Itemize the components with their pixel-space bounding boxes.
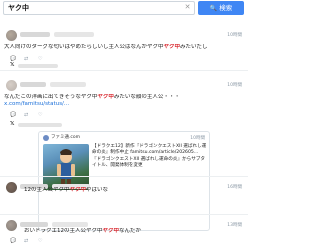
- tweet-item[interactable]: 13時間 おいドラクエ12の主人公ヤク中ヤク中なんだが 💬 ⇄ ♡: [0, 216, 248, 250]
- like-icon[interactable]: ♡: [38, 112, 42, 118]
- tweet-text-before: おいドラクエ12の主人公ヤク中: [24, 228, 103, 234]
- user-name[interactable]: [20, 82, 46, 87]
- tweet-text-after: みたいだし: [180, 44, 208, 50]
- quote-avatar[interactable]: [43, 135, 49, 141]
- divider: [0, 176, 248, 177]
- tweet-text-highlight: ヤク中: [97, 94, 114, 100]
- retweet-icon[interactable]: ⇄: [24, 56, 28, 62]
- tweet-text-before: なんだこの洋画に出てきそうなヤク中: [4, 94, 98, 100]
- tweet-item[interactable]: 16時間 12の主人公ヤク中ヤク中やばいな: [0, 178, 248, 208]
- user-handle: [52, 222, 88, 227]
- divider: [0, 70, 248, 71]
- source-line: [18, 64, 58, 68]
- tweet-text: おいドラクエ12の主人公ヤク中ヤク中なんだが: [24, 228, 242, 235]
- search-button-label: 検索: [219, 4, 233, 12]
- avatar[interactable]: [6, 30, 17, 41]
- close-icon[interactable]: ✕: [184, 4, 191, 11]
- search-icon: 🔍: [209, 5, 218, 12]
- source-line: [18, 123, 62, 127]
- like-icon[interactable]: ♡: [38, 56, 42, 62]
- like-icon[interactable]: ♡: [38, 238, 42, 244]
- tweet-time[interactable]: 10時間: [227, 82, 242, 88]
- tweet-text: なんだこの洋画に出てきそうなヤク中ヤク中みたいな顔の主人公・・・: [4, 94, 242, 101]
- tweet-item[interactable]: 10時間 大人向けのターグな匂いはやめたらしいし主人公はなんかヤク中ヤク中みたい…: [0, 22, 248, 70]
- avatar[interactable]: [6, 80, 17, 91]
- tweet-text: 大人向けのターグな匂いはやめたらしいし主人公はなんかヤク中ヤク中みたいだし: [4, 44, 242, 51]
- tweet-text-highlight: ヤク中: [163, 44, 181, 50]
- avatar[interactable]: [6, 220, 17, 231]
- user-handle: [54, 32, 94, 37]
- tweet-link-text[interactable]: x.com/famitsu/status/...: [4, 101, 69, 107]
- tweet-text-after: なんだが: [119, 228, 142, 234]
- retweet-icon[interactable]: ⇄: [24, 238, 28, 244]
- tweet-text-after: やばいな: [86, 187, 109, 193]
- reply-icon[interactable]: 💬: [10, 238, 16, 244]
- search-button[interactable]: 🔍 検索: [198, 1, 244, 15]
- tweet-time[interactable]: 10時間: [227, 32, 242, 38]
- tweet-text: 12の主人公ヤク中ヤク中やばいな: [24, 187, 242, 194]
- quote-text: 【ドラクエ12】新作『ドラゴンクエストXII 選ばれし運命の炎』制作中止 fam…: [92, 144, 207, 169]
- tweet-text-highlight: ヤク中: [69, 187, 87, 193]
- x-logo-icon: 𝕏: [10, 62, 15, 68]
- tweet-link[interactable]: x.com/famitsu/status/...: [4, 101, 242, 108]
- user-name[interactable]: [20, 222, 48, 227]
- quote-time[interactable]: 10時間: [190, 135, 205, 141]
- divider: [0, 214, 248, 215]
- user-name[interactable]: [20, 32, 50, 37]
- avatar[interactable]: [6, 182, 17, 193]
- quote-user-name[interactable]: ファミ通.com: [51, 135, 80, 141]
- x-logo-icon: 𝕏: [10, 121, 15, 127]
- search-bar: ヤク中 ✕ 🔍 検索: [0, 0, 248, 16]
- tweet-text-before: 大人向けのターグな匂いはやめたらしいし主人公はなんかヤク中: [4, 44, 164, 50]
- tweet-text-after: みたいな顔の主人公・・・: [113, 94, 180, 100]
- tweet-text-before: 12の主人公ヤク中: [24, 187, 70, 193]
- reply-icon[interactable]: 💬: [10, 112, 16, 118]
- tweet-text-highlight: ヤク中: [102, 228, 120, 234]
- search-input[interactable]: ヤク中: [3, 1, 195, 15]
- retweet-icon[interactable]: ⇄: [24, 112, 28, 118]
- user-handle: [50, 82, 86, 87]
